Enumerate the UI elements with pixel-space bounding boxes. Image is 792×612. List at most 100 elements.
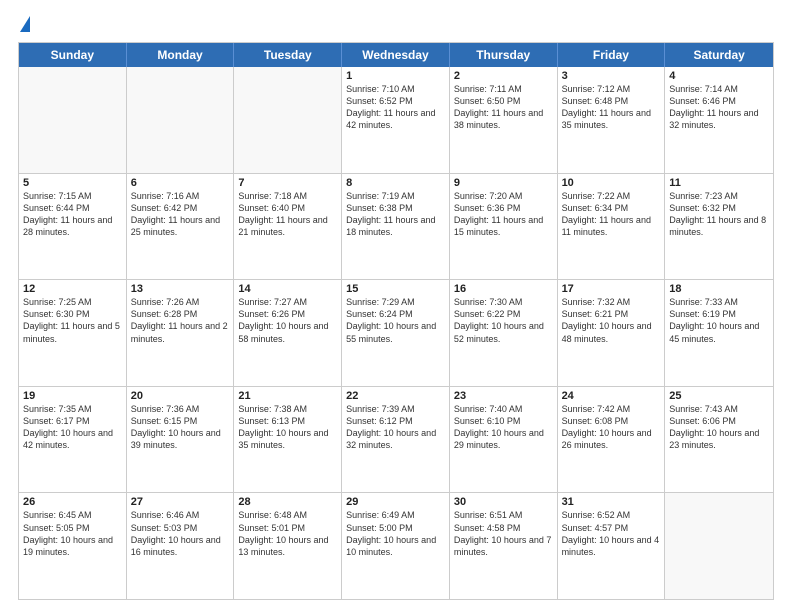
day-info: Sunrise: 7:18 AM Sunset: 6:40 PM Dayligh… <box>238 190 337 239</box>
day-cell-empty <box>234 67 342 173</box>
day-number: 18 <box>669 283 769 295</box>
day-cell-28: 28Sunrise: 6:48 AM Sunset: 5:01 PM Dayli… <box>234 493 342 599</box>
header-day-thursday: Thursday <box>450 43 558 67</box>
day-info: Sunrise: 7:33 AM Sunset: 6:19 PM Dayligh… <box>669 296 769 345</box>
day-number: 10 <box>562 177 661 189</box>
day-info: Sunrise: 7:16 AM Sunset: 6:42 PM Dayligh… <box>131 190 230 239</box>
day-info: Sunrise: 7:22 AM Sunset: 6:34 PM Dayligh… <box>562 190 661 239</box>
day-cell-27: 27Sunrise: 6:46 AM Sunset: 5:03 PM Dayli… <box>127 493 235 599</box>
day-info: Sunrise: 7:36 AM Sunset: 6:15 PM Dayligh… <box>131 403 230 452</box>
day-info: Sunrise: 6:45 AM Sunset: 5:05 PM Dayligh… <box>23 509 122 558</box>
day-cell-2: 2Sunrise: 7:11 AM Sunset: 6:50 PM Daylig… <box>450 67 558 173</box>
day-info: Sunrise: 7:20 AM Sunset: 6:36 PM Dayligh… <box>454 190 553 239</box>
day-number: 6 <box>131 177 230 189</box>
day-info: Sunrise: 7:39 AM Sunset: 6:12 PM Dayligh… <box>346 403 445 452</box>
day-info: Sunrise: 7:29 AM Sunset: 6:24 PM Dayligh… <box>346 296 445 345</box>
header-day-wednesday: Wednesday <box>342 43 450 67</box>
day-number: 13 <box>131 283 230 295</box>
day-info: Sunrise: 7:43 AM Sunset: 6:06 PM Dayligh… <box>669 403 769 452</box>
day-cell-17: 17Sunrise: 7:32 AM Sunset: 6:21 PM Dayli… <box>558 280 666 386</box>
day-info: Sunrise: 7:38 AM Sunset: 6:13 PM Dayligh… <box>238 403 337 452</box>
day-info: Sunrise: 6:51 AM Sunset: 4:58 PM Dayligh… <box>454 509 553 558</box>
day-info: Sunrise: 6:48 AM Sunset: 5:01 PM Dayligh… <box>238 509 337 558</box>
day-cell-9: 9Sunrise: 7:20 AM Sunset: 6:36 PM Daylig… <box>450 174 558 280</box>
day-number: 22 <box>346 390 445 402</box>
calendar-page: SundayMondayTuesdayWednesdayThursdayFrid… <box>0 0 792 612</box>
day-info: Sunrise: 7:35 AM Sunset: 6:17 PM Dayligh… <box>23 403 122 452</box>
day-cell-6: 6Sunrise: 7:16 AM Sunset: 6:42 PM Daylig… <box>127 174 235 280</box>
calendar-week-2: 5Sunrise: 7:15 AM Sunset: 6:44 PM Daylig… <box>19 173 773 280</box>
day-number: 26 <box>23 496 122 508</box>
day-info: Sunrise: 7:30 AM Sunset: 6:22 PM Dayligh… <box>454 296 553 345</box>
day-number: 7 <box>238 177 337 189</box>
day-number: 21 <box>238 390 337 402</box>
day-cell-19: 19Sunrise: 7:35 AM Sunset: 6:17 PM Dayli… <box>19 387 127 493</box>
calendar-week-4: 19Sunrise: 7:35 AM Sunset: 6:17 PM Dayli… <box>19 386 773 493</box>
day-info: Sunrise: 7:14 AM Sunset: 6:46 PM Dayligh… <box>669 83 769 132</box>
day-cell-25: 25Sunrise: 7:43 AM Sunset: 6:06 PM Dayli… <box>665 387 773 493</box>
day-number: 30 <box>454 496 553 508</box>
day-number: 14 <box>238 283 337 295</box>
day-cell-20: 20Sunrise: 7:36 AM Sunset: 6:15 PM Dayli… <box>127 387 235 493</box>
header-day-sunday: Sunday <box>19 43 127 67</box>
calendar-week-5: 26Sunrise: 6:45 AM Sunset: 5:05 PM Dayli… <box>19 492 773 599</box>
calendar: SundayMondayTuesdayWednesdayThursdayFrid… <box>18 42 774 600</box>
day-cell-23: 23Sunrise: 7:40 AM Sunset: 6:10 PM Dayli… <box>450 387 558 493</box>
day-number: 28 <box>238 496 337 508</box>
day-info: Sunrise: 7:42 AM Sunset: 6:08 PM Dayligh… <box>562 403 661 452</box>
day-cell-29: 29Sunrise: 6:49 AM Sunset: 5:00 PM Dayli… <box>342 493 450 599</box>
day-cell-8: 8Sunrise: 7:19 AM Sunset: 6:38 PM Daylig… <box>342 174 450 280</box>
day-number: 5 <box>23 177 122 189</box>
day-number: 17 <box>562 283 661 295</box>
day-number: 31 <box>562 496 661 508</box>
header-day-monday: Monday <box>127 43 235 67</box>
day-cell-13: 13Sunrise: 7:26 AM Sunset: 6:28 PM Dayli… <box>127 280 235 386</box>
header-day-tuesday: Tuesday <box>234 43 342 67</box>
day-number: 8 <box>346 177 445 189</box>
day-cell-15: 15Sunrise: 7:29 AM Sunset: 6:24 PM Dayli… <box>342 280 450 386</box>
day-cell-3: 3Sunrise: 7:12 AM Sunset: 6:48 PM Daylig… <box>558 67 666 173</box>
day-number: 19 <box>23 390 122 402</box>
day-number: 4 <box>669 70 769 82</box>
day-info: Sunrise: 7:12 AM Sunset: 6:48 PM Dayligh… <box>562 83 661 132</box>
day-cell-26: 26Sunrise: 6:45 AM Sunset: 5:05 PM Dayli… <box>19 493 127 599</box>
day-info: Sunrise: 7:15 AM Sunset: 6:44 PM Dayligh… <box>23 190 122 239</box>
day-cell-21: 21Sunrise: 7:38 AM Sunset: 6:13 PM Dayli… <box>234 387 342 493</box>
calendar-body: 1Sunrise: 7:10 AM Sunset: 6:52 PM Daylig… <box>19 67 773 599</box>
day-cell-12: 12Sunrise: 7:25 AM Sunset: 6:30 PM Dayli… <box>19 280 127 386</box>
day-number: 11 <box>669 177 769 189</box>
day-info: Sunrise: 7:10 AM Sunset: 6:52 PM Dayligh… <box>346 83 445 132</box>
day-cell-22: 22Sunrise: 7:39 AM Sunset: 6:12 PM Dayli… <box>342 387 450 493</box>
day-info: Sunrise: 7:32 AM Sunset: 6:21 PM Dayligh… <box>562 296 661 345</box>
day-number: 2 <box>454 70 553 82</box>
day-number: 12 <box>23 283 122 295</box>
day-info: Sunrise: 7:23 AM Sunset: 6:32 PM Dayligh… <box>669 190 769 239</box>
day-info: Sunrise: 7:19 AM Sunset: 6:38 PM Dayligh… <box>346 190 445 239</box>
logo-triangle-icon <box>20 16 30 32</box>
day-info: Sunrise: 6:49 AM Sunset: 5:00 PM Dayligh… <box>346 509 445 558</box>
day-cell-24: 24Sunrise: 7:42 AM Sunset: 6:08 PM Dayli… <box>558 387 666 493</box>
day-cell-empty <box>19 67 127 173</box>
day-number: 20 <box>131 390 230 402</box>
day-cell-30: 30Sunrise: 6:51 AM Sunset: 4:58 PM Dayli… <box>450 493 558 599</box>
day-info: Sunrise: 7:26 AM Sunset: 6:28 PM Dayligh… <box>131 296 230 345</box>
day-number: 29 <box>346 496 445 508</box>
day-number: 25 <box>669 390 769 402</box>
day-cell-7: 7Sunrise: 7:18 AM Sunset: 6:40 PM Daylig… <box>234 174 342 280</box>
calendar-header-row: SundayMondayTuesdayWednesdayThursdayFrid… <box>19 43 773 67</box>
day-info: Sunrise: 6:52 AM Sunset: 4:57 PM Dayligh… <box>562 509 661 558</box>
day-info: Sunrise: 7:11 AM Sunset: 6:50 PM Dayligh… <box>454 83 553 132</box>
day-cell-empty <box>127 67 235 173</box>
day-cell-11: 11Sunrise: 7:23 AM Sunset: 6:32 PM Dayli… <box>665 174 773 280</box>
day-number: 9 <box>454 177 553 189</box>
day-cell-5: 5Sunrise: 7:15 AM Sunset: 6:44 PM Daylig… <box>19 174 127 280</box>
day-number: 15 <box>346 283 445 295</box>
day-cell-10: 10Sunrise: 7:22 AM Sunset: 6:34 PM Dayli… <box>558 174 666 280</box>
day-cell-14: 14Sunrise: 7:27 AM Sunset: 6:26 PM Dayli… <box>234 280 342 386</box>
day-number: 27 <box>131 496 230 508</box>
header-day-saturday: Saturday <box>665 43 773 67</box>
calendar-week-1: 1Sunrise: 7:10 AM Sunset: 6:52 PM Daylig… <box>19 67 773 173</box>
day-number: 23 <box>454 390 553 402</box>
day-number: 1 <box>346 70 445 82</box>
calendar-week-3: 12Sunrise: 7:25 AM Sunset: 6:30 PM Dayli… <box>19 279 773 386</box>
